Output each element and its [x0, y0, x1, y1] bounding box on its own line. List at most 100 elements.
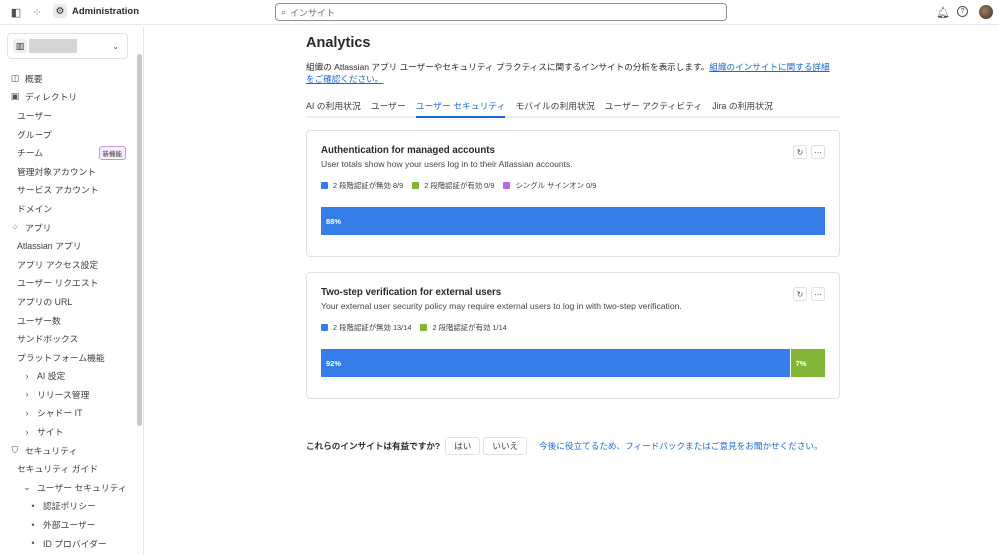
help-icon[interactable]: ? [957, 6, 968, 17]
sidebar-item[interactable]: › シャドー IT [0, 404, 136, 423]
app-switcher-icon[interactable]: ⁘ [30, 5, 44, 19]
legend-label: 2 段階認証が有効 0/9 [424, 181, 495, 190]
yes-button[interactable]: はい [445, 437, 481, 455]
tab[interactable]: Jira の利用状況 [712, 100, 773, 118]
sidebar-nav: ◫ 概要 ▣ ディレクトリユーザーグループチーム 新機能管理対象アカウントサービス アカ… [0, 69, 136, 552]
page-description: 組織の Atlassian アプリ ユーザーやセキュリティ プラクティスに関する… [306, 61, 836, 85]
chevron-icon: ⌄ [23, 481, 31, 492]
tab[interactable]: ユーザー セキュリティ [415, 100, 506, 118]
sidebar-item-label: グループ [17, 129, 52, 140]
sidebar-item-label: プラットフォーム機能 [17, 352, 105, 363]
page-title: Analytics [306, 35, 371, 51]
sidebar-item-label: ドメイン [17, 203, 53, 214]
sidebar-item[interactable]: ▣ ディレクトリ [0, 88, 136, 107]
legend-label: 2 段階認証が無効 8/9 [333, 181, 404, 190]
sidebar-scrollbar[interactable] [137, 54, 142, 426]
sidebar-item[interactable]: ⁘ アプリ [0, 218, 136, 237]
sidebar-item-label: 外部ユーザー [43, 520, 96, 531]
sidebar-item[interactable]: 管理対象アカウント [0, 162, 136, 181]
card-subtitle: Your external user security policy may r… [321, 301, 682, 311]
sidebar-item[interactable]: セキュリティ ガイド [0, 459, 136, 478]
insight-card: Authentication for managed accounts User… [306, 130, 840, 257]
sidebar-item[interactable]: プラットフォーム機能 [0, 348, 136, 367]
sidebar-item[interactable]: アプリ アクセス設定 [0, 255, 136, 274]
refresh-icon[interactable]: ↻ [793, 145, 807, 159]
sidebar-item-label: リリース管理 [37, 389, 90, 400]
tab[interactable]: モバイルの利用状況 [515, 100, 594, 118]
sidebar-item[interactable]: ドメイン [0, 199, 136, 218]
sidebar-item-label: 認証ポリシー [43, 501, 96, 512]
avatar[interactable] [979, 5, 993, 19]
bullet-icon: • [31, 538, 35, 549]
legend-label: 2 段階認証が無効 13/14 [333, 323, 412, 332]
legend-swatch [420, 324, 428, 331]
app-brand[interactable]: ⚙ Administration [53, 4, 139, 18]
notifications-icon[interactable]: 🔔︎ [936, 5, 950, 19]
legend-item: シングル サインオン 0/9 [503, 180, 596, 191]
more-icon[interactable]: ⋯ [811, 287, 825, 301]
sidebar-item[interactable]: • ID プロバイダー [0, 534, 136, 553]
no-button[interactable]: いいえ [483, 437, 528, 455]
chevron-icon: › [25, 426, 29, 437]
search-icon: ⌕ [281, 6, 287, 17]
building-icon: ▥ [13, 39, 27, 53]
top-bar: ◧ ⁘ ⚙ Administration ⌕ インサイト 🔔︎ ? [0, 0, 999, 25]
stacked-bar: 88% [321, 207, 826, 235]
sidebar-item-label: アプリ [25, 222, 52, 233]
sidebar-item[interactable]: ⛉ セキュリティ [0, 441, 136, 460]
search-input[interactable]: ⌕ インサイト [275, 3, 727, 21]
sidebar-item[interactable]: › サイト [0, 422, 136, 441]
bullet-icon: • [31, 519, 35, 530]
chevron-icon: › [25, 407, 29, 418]
sidebar-toggle-icon[interactable]: ◧ [9, 5, 23, 19]
sidebar-item-label: ユーザー リクエスト [17, 278, 99, 289]
sidebar-item-label: アプリの URL [17, 296, 73, 307]
sidebar-item[interactable]: チーム 新機能 [0, 143, 136, 162]
legend-label: 2 段階認証が有効 1/14 [432, 323, 507, 332]
legend-swatch [412, 182, 420, 189]
sidebar-item[interactable]: ◫ 概要 [0, 69, 136, 88]
sidebar-item[interactable]: サービス アカウント [0, 181, 136, 200]
org-switcher[interactable]: ▥ ⌄ [7, 33, 128, 59]
tab[interactable]: ユーザー アクティビティ [605, 100, 703, 118]
legend-item: 2 段階認証が有効 0/9 [412, 180, 494, 191]
sidebar-item[interactable]: ユーザー数 [0, 311, 136, 330]
sidebar-item[interactable]: ⌄ ユーザー セキュリティ [0, 478, 136, 497]
sidebar-item[interactable]: • 外部ユーザー [0, 515, 136, 534]
segment-label: 88% [326, 216, 342, 226]
bar-segment: 92% [321, 349, 791, 377]
sidebar-item-label: ユーザー セキュリティ [37, 482, 127, 493]
sidebar-item[interactable]: › AI 設定 [0, 367, 136, 386]
sidebar-item[interactable]: Atlassian アプリ [0, 236, 136, 255]
feedback-link[interactable]: 今後に役立てるため、フィードバックまたはご意見をお聞かせください。 [539, 440, 822, 452]
shield-icon: ⛉ [11, 444, 19, 455]
sidebar-item[interactable]: ユーザー [0, 106, 136, 125]
refresh-icon[interactable]: ↻ [793, 287, 807, 301]
sidebar-item[interactable]: アプリの URL [0, 292, 136, 311]
chevron-down-icon: ⌄ [112, 41, 119, 51]
tab[interactable]: AI の利用状況 [306, 100, 361, 118]
sidebar-item[interactable]: › リリース管理 [0, 385, 136, 404]
app-title: Administration [72, 5, 140, 17]
legend-item: 2 段階認証が無効 13/14 [321, 322, 411, 333]
tab[interactable]: ユーザー [371, 100, 406, 118]
sidebar-item[interactable]: • 認証ポリシー [0, 497, 136, 516]
sidebar-item[interactable]: グループ [0, 125, 136, 144]
card-title: Authentication for managed accounts [321, 145, 495, 156]
stacked-bar: 92% 7% [321, 349, 826, 377]
chevron-icon: › [25, 389, 29, 400]
sidebar-item[interactable]: サンドボックス [0, 329, 136, 348]
sidebar-item-label: チーム [17, 148, 44, 159]
card-title: Two-step verification for external users [321, 287, 502, 298]
insight-card: Two-step verification for external users… [306, 272, 840, 399]
tab-bar: AI の利用状況 ユーザー ユーザー セキュリティ モバイルの利用状況 ユーザー アクテ… [306, 100, 840, 118]
directory-icon: ▣ [10, 91, 20, 102]
sidebar-item[interactable]: ユーザー リクエスト [0, 274, 136, 293]
sidebar-item-label: ID プロバイダー [43, 538, 107, 549]
sidebar-item-label: 管理対象アカウント [17, 166, 97, 177]
sidebar-item-label: サンドボックス [17, 334, 79, 345]
more-icon[interactable]: ⋯ [811, 145, 825, 159]
org-name-redacted [29, 39, 77, 53]
chart-legend: 2 段階認証が無効 8/9 2 段階認証が有効 0/9 シングル サインオン 0/9 [321, 180, 596, 191]
sidebar-item-label: ディレクトリ [25, 92, 78, 103]
